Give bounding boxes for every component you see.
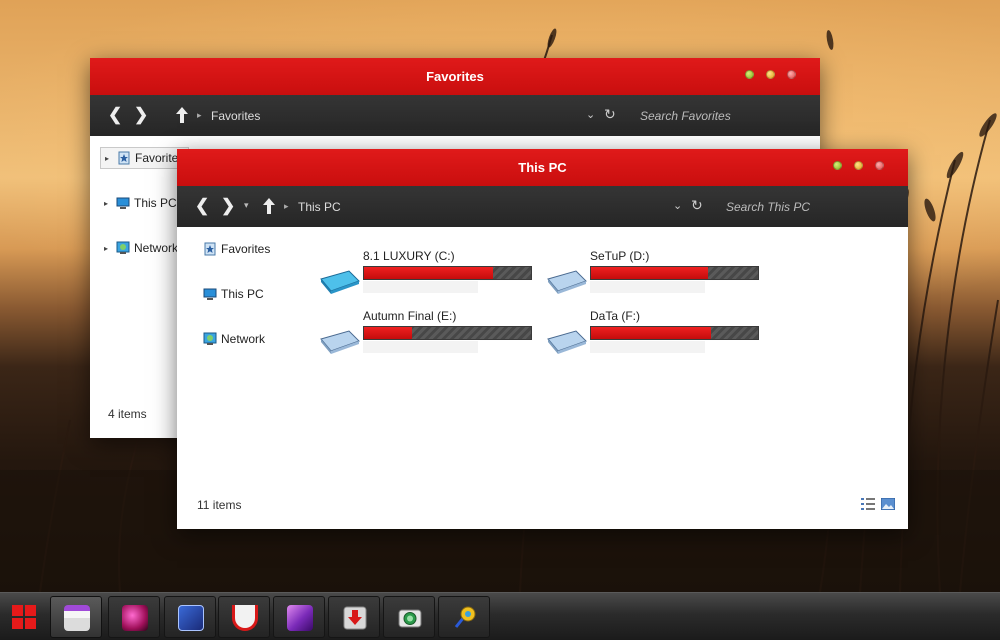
taskbar-app[interactable] <box>164 596 216 638</box>
status-item-count: 11 items <box>197 498 242 512</box>
drive-usage-fill <box>364 327 413 339</box>
sidebar-item-label: Favorites <box>221 242 271 256</box>
drive-usage-bar <box>590 326 759 340</box>
refresh-icon[interactable]: ↻ <box>604 106 616 123</box>
close-button[interactable] <box>787 70 796 79</box>
close-button[interactable] <box>875 161 884 170</box>
sidebar-item-label: Network <box>221 332 266 346</box>
drive-free-space <box>590 281 705 293</box>
taskbar-file-explorer[interactable] <box>50 596 102 638</box>
drive-usage-fill <box>364 267 493 279</box>
windows-logo-icon <box>12 605 36 629</box>
start-button[interactable] <box>0 596 48 638</box>
hard-drive-icon <box>547 270 587 294</box>
taskbar <box>0 592 1000 640</box>
sidebar-item-label: This PC <box>221 287 264 301</box>
drive-usage-bar <box>590 266 759 280</box>
expand-arrow-icon[interactable]: ▸ <box>104 199 112 208</box>
drive-tile[interactable]: SeTuP (D:) <box>544 249 764 301</box>
sidebar-item-this-pc[interactable]: ▸ This PC <box>100 192 181 214</box>
taskbar-app[interactable] <box>438 596 490 638</box>
hard-drive-icon <box>320 330 360 354</box>
recent-locations-chevron-icon[interactable]: ▾ <box>244 200 249 211</box>
favorites-titlebar[interactable]: Favorites <box>90 58 820 95</box>
drive-label: DaTa (F:) <box>590 309 641 323</box>
sparkle-wand-icon <box>178 605 204 631</box>
up-arrow-icon[interactable] <box>175 106 189 124</box>
sidebar-item-network[interactable]: Network <box>199 328 269 350</box>
purple-folder-icon <box>287 605 313 631</box>
taskbar-app[interactable] <box>328 596 380 638</box>
computer-icon <box>116 197 130 209</box>
drive-label: Autumn Final (E:) <box>363 309 457 323</box>
file-explorer-icon <box>64 605 90 631</box>
sidebar-item-this-pc[interactable]: This PC <box>199 283 268 305</box>
breadcrumb-chevron-icon: ▸ <box>284 201 289 211</box>
drive-usage-bar <box>363 326 532 340</box>
sidebar-item-favorites[interactable]: Favorites <box>199 238 274 260</box>
magnet-icon <box>232 605 258 631</box>
sidebar-item-favorites[interactable]: ▸ Favorites <box>100 147 190 169</box>
sidebar-item-label: Network <box>134 241 179 255</box>
search-input[interactable]: Search Favorites <box>640 109 731 123</box>
camera-icon <box>398 609 422 628</box>
taskbar-app[interactable] <box>218 596 270 638</box>
favorites-toolbar: ❮ ❯ ▸ Favorites ⌄ ↻ Search Favorites <box>90 95 820 136</box>
back-button[interactable]: ❮ <box>108 106 122 124</box>
minimize-button[interactable] <box>745 70 754 79</box>
favorites-star-icon <box>204 242 216 256</box>
hard-drive-icon <box>547 330 587 354</box>
breadcrumb[interactable]: Favorites <box>211 109 260 123</box>
drive-tile[interactable]: DaTa (F:) <box>544 309 764 361</box>
drive-usage-fill <box>591 327 712 339</box>
breadcrumb-chevron-icon: ▸ <box>197 110 202 120</box>
chevron-down-icon[interactable]: ⌄ <box>673 199 682 212</box>
sidebar-item-network[interactable]: ▸ Network <box>100 237 182 259</box>
sidebar-item-label: This PC <box>134 196 177 210</box>
forward-button[interactable]: ❯ <box>221 197 235 215</box>
minimize-button[interactable] <box>833 161 842 170</box>
favorites-star-icon <box>118 151 130 165</box>
forward-button[interactable]: ❯ <box>134 106 148 124</box>
maximize-button[interactable] <box>766 70 775 79</box>
drive-label: 8.1 LUXURY (C:) <box>363 249 455 263</box>
network-icon <box>116 241 130 254</box>
up-arrow-icon[interactable] <box>262 197 276 215</box>
drive-free-space <box>363 281 478 293</box>
network-icon <box>203 332 217 345</box>
window-title: Favorites <box>426 69 484 84</box>
window-title: This PC <box>518 160 567 175</box>
drive-free-space <box>590 341 705 353</box>
drive-tile[interactable]: 8.1 LUXURY (C:) <box>317 249 537 301</box>
this-pc-toolbar: ❮ ❯ ▾ ▸ This PC ⌄ ↻ Search This PC <box>177 186 908 227</box>
pink-feather-icon <box>122 605 148 631</box>
this-pc-titlebar[interactable]: This PC <box>177 149 908 186</box>
search-input[interactable]: Search This PC <box>726 200 810 214</box>
details-view-icon[interactable] <box>861 498 875 510</box>
maximize-button[interactable] <box>854 161 863 170</box>
download-arrow-icon <box>343 606 367 630</box>
back-button[interactable]: ❮ <box>195 197 209 215</box>
breadcrumb[interactable]: This PC <box>298 200 341 214</box>
taskbar-app[interactable] <box>383 596 435 638</box>
expand-arrow-icon[interactable]: ▸ <box>105 154 113 163</box>
drive-usage-bar <box>363 266 532 280</box>
taskbar-app[interactable] <box>273 596 325 638</box>
drive-label: SeTuP (D:) <box>590 249 650 263</box>
drive-tile[interactable]: Autumn Final (E:) <box>317 309 537 361</box>
drive-usage-fill <box>591 267 708 279</box>
large-icons-view-icon[interactable] <box>881 498 895 510</box>
this-pc-window: This PC ❮ ❯ ▾ ▸ This PC ⌄ ↻ Search This … <box>177 149 908 529</box>
taskbar-app[interactable] <box>108 596 160 638</box>
hard-drive-icon <box>320 270 360 294</box>
computer-icon <box>203 288 217 300</box>
refresh-icon[interactable]: ↻ <box>691 197 703 214</box>
expand-arrow-icon[interactable]: ▸ <box>104 244 112 253</box>
chevron-down-icon[interactable]: ⌄ <box>586 108 595 121</box>
pin-tool-icon <box>454 606 476 628</box>
status-item-count: 4 items <box>108 407 147 421</box>
drive-free-space <box>363 341 478 353</box>
